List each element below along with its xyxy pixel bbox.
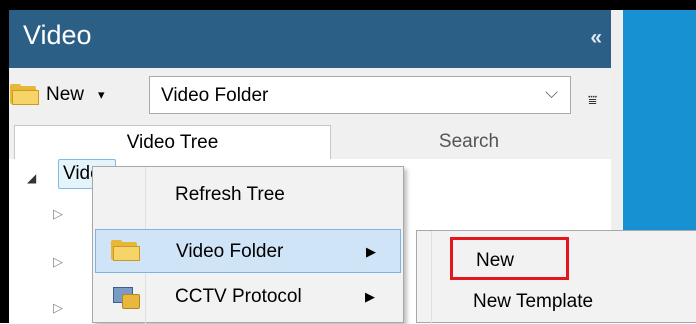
folder-icon — [9, 84, 39, 105]
item-type-select[interactable]: Video Folder ⌵ — [149, 76, 571, 114]
menu-icon-gutter — [431, 231, 432, 324]
collapsed-triangle-icon[interactable]: ▷ — [53, 300, 63, 316]
tab-search[interactable]: Search — [332, 125, 606, 159]
submenu-arrow-icon: ▶ — [366, 244, 376, 259]
menu-item-label: New — [476, 250, 515, 271]
panel-title: Video — [23, 20, 92, 50]
submenu: New New Template — [416, 230, 696, 324]
chevron-down-icon[interactable]: ⌵ — [545, 83, 558, 103]
new-button-label: New — [46, 83, 85, 105]
menu-item-video-folder[interactable]: Video Folder ▶ — [95, 229, 401, 273]
new-button[interactable]: New ▾ — [9, 78, 105, 111]
submenu-item-new-template[interactable]: New Template — [473, 291, 593, 313]
toolbar-overflow-icon[interactable]: ⩸ — [588, 92, 597, 109]
context-menu: Refresh Tree Video Folder ▶ CCTV Protoco… — [92, 166, 404, 324]
panel-tabs: Video Tree Search — [9, 121, 611, 159]
screenshot-frame: Video « New ▾ Video Folder ⌵ ⩸ Video Tre… — [0, 0, 696, 324]
menu-item-refresh-tree[interactable]: Refresh Tree — [95, 173, 401, 217]
new-dropdown-arrow-icon[interactable]: ▾ — [98, 87, 105, 103]
submenu-arrow-icon: ▶ — [365, 289, 375, 304]
collapsed-triangle-icon[interactable]: ▷ — [53, 206, 63, 222]
panel-titlebar: Video « — [9, 10, 611, 68]
top-border — [0, 0, 696, 10]
submenu-item-new[interactable]: New — [450, 237, 569, 280]
folder-icon — [110, 240, 140, 261]
tab-video-tree[interactable]: Video Tree — [14, 125, 331, 159]
toolbar: New ▾ Video Folder ⌵ ⩸ — [9, 68, 611, 121]
collapse-icon[interactable]: « — [590, 26, 602, 50]
item-type-select-value: Video Folder — [161, 85, 269, 106]
expanded-triangle-icon[interactable]: ◢ — [27, 171, 36, 185]
menu-item-label: CCTV Protocol — [175, 286, 302, 307]
left-border — [0, 0, 9, 323]
menu-item-label: Video Folder — [176, 241, 284, 262]
menu-item-cctv-protocol[interactable]: CCTV Protocol ▶ — [95, 275, 401, 319]
cctv-protocol-icon — [113, 284, 140, 310]
collapsed-triangle-icon[interactable]: ▷ — [53, 254, 63, 270]
menu-item-label: Refresh Tree — [175, 184, 285, 205]
